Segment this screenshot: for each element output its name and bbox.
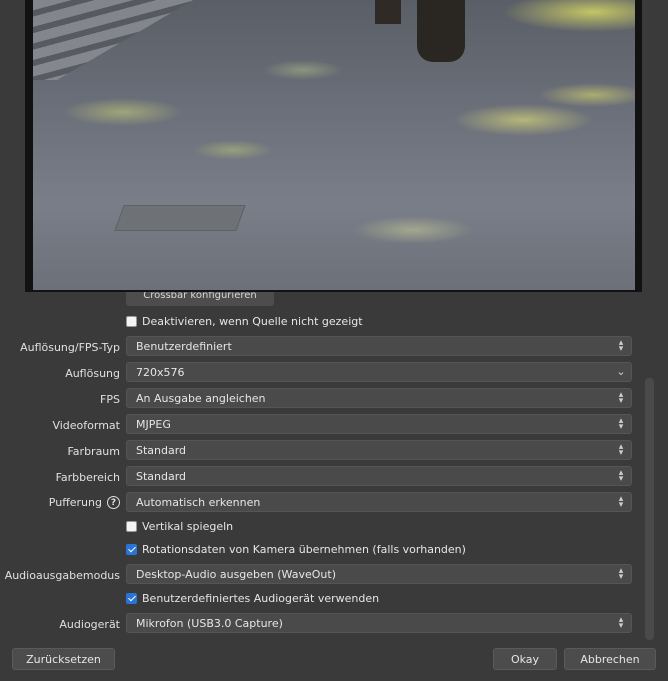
- crossbar-button[interactable]: Crossbar konfigurieren: [126, 292, 274, 306]
- audio-output-mode-label: Audioausgabemodus: [4, 569, 120, 582]
- flip-vertical-label: Vertikal spiegeln: [142, 520, 234, 533]
- updown-arrow-icon: ▴ ▾: [618, 468, 624, 484]
- buffering-select[interactable]: Automatisch erkennen ▴ ▾: [126, 492, 632, 512]
- updown-arrow-icon: ▴ ▾: [618, 416, 624, 432]
- fps-label: FPS: [100, 393, 120, 406]
- video-preview: [33, 0, 635, 290]
- rotation-label: Rotationsdaten von Kamera übernehmen (fa…: [142, 543, 466, 556]
- rotation-checkbox[interactable]: Rotationsdaten von Kamera übernehmen (fa…: [126, 543, 466, 556]
- res-fps-type-value: Benutzerdefiniert: [136, 339, 232, 353]
- preview-tree-trunk: [375, 0, 401, 24]
- video-format-value: MJPEG: [136, 417, 171, 431]
- custom-audio-checkbox-box[interactable]: [126, 593, 137, 604]
- buffering-label: Pufferung: [48, 496, 102, 509]
- video-preview-frame: [25, 0, 642, 292]
- vertical-scrollbar[interactable]: [645, 378, 654, 640]
- color-range-label: Farbbereich: [55, 471, 120, 484]
- updown-arrow-icon: ▴ ▾: [618, 390, 624, 406]
- resolution-select[interactable]: 720x576 ⌄: [126, 362, 632, 382]
- preview-tree-trunk: [417, 0, 465, 62]
- dialog-button-bar: Zurücksetzen Okay Abbrechen: [0, 640, 668, 681]
- flip-vertical-checkbox[interactable]: Vertikal spiegeln: [126, 520, 233, 533]
- custom-audio-label: Benutzerdefiniertes Audiogerät verwenden: [142, 592, 380, 605]
- cancel-button[interactable]: Abbrechen: [564, 648, 656, 670]
- fps-value: An Ausgabe angleichen: [136, 391, 266, 405]
- updown-arrow-icon: ▴ ▾: [618, 494, 624, 510]
- deactivate-checkbox[interactable]: Deaktivieren, wenn Quelle nicht gezeigt: [126, 315, 363, 328]
- reset-button[interactable]: Zurücksetzen: [12, 648, 115, 670]
- updown-arrow-icon: ▴ ▾: [618, 442, 624, 458]
- audio-device-label: Audiogerät: [59, 618, 120, 631]
- flip-vertical-checkbox-box[interactable]: [126, 521, 137, 532]
- deactivate-checkbox-box[interactable]: [126, 316, 137, 327]
- ok-button[interactable]: Okay: [493, 648, 557, 670]
- audio-device-select[interactable]: Mikrofon (USB3.0 Capture) ▴ ▾: [126, 613, 632, 633]
- fps-select[interactable]: An Ausgabe angleichen ▴ ▾: [126, 388, 632, 408]
- video-format-select[interactable]: MJPEG ▴ ▾: [126, 414, 632, 434]
- chevron-down-icon: ⌄: [616, 365, 626, 378]
- audio-output-mode-select[interactable]: Desktop-Audio ausgeben (WaveOut) ▴ ▾: [126, 564, 632, 584]
- updown-arrow-icon: ▴ ▾: [618, 566, 624, 582]
- resolution-label: Auflösung: [65, 367, 120, 380]
- preview-stairs: [33, 0, 193, 80]
- audio-output-mode-value: Desktop-Audio ausgeben (WaveOut): [136, 567, 336, 581]
- preview-grate: [114, 205, 246, 231]
- res-fps-type-select[interactable]: Benutzerdefiniert ▴ ▾: [126, 336, 632, 356]
- color-range-value: Standard: [136, 469, 187, 483]
- color-space-select[interactable]: Standard ▴ ▾: [126, 440, 632, 460]
- updown-arrow-icon: ▴ ▾: [618, 338, 624, 354]
- video-format-label: Videoformat: [52, 419, 120, 432]
- rotation-checkbox-box[interactable]: [126, 544, 137, 555]
- buffering-label-group: Pufferung ?: [49, 496, 120, 509]
- buffering-value: Automatisch erkennen: [136, 495, 261, 509]
- audio-device-value: Mikrofon (USB3.0 Capture): [136, 616, 283, 630]
- help-icon[interactable]: ?: [107, 496, 120, 509]
- color-space-label: Farbraum: [67, 445, 120, 458]
- color-range-select[interactable]: Standard ▴ ▾: [126, 466, 632, 486]
- custom-audio-checkbox[interactable]: Benutzerdefiniertes Audiogerät verwenden: [126, 592, 379, 605]
- resolution-value: 720x576: [136, 365, 185, 379]
- color-space-value: Standard: [136, 443, 187, 457]
- updown-arrow-icon: ▴ ▾: [618, 615, 624, 631]
- deactivate-checkbox-label: Deaktivieren, wenn Quelle nicht gezeigt: [142, 315, 363, 328]
- res-fps-type-label: Auflösung/FPS-Typ: [20, 341, 120, 354]
